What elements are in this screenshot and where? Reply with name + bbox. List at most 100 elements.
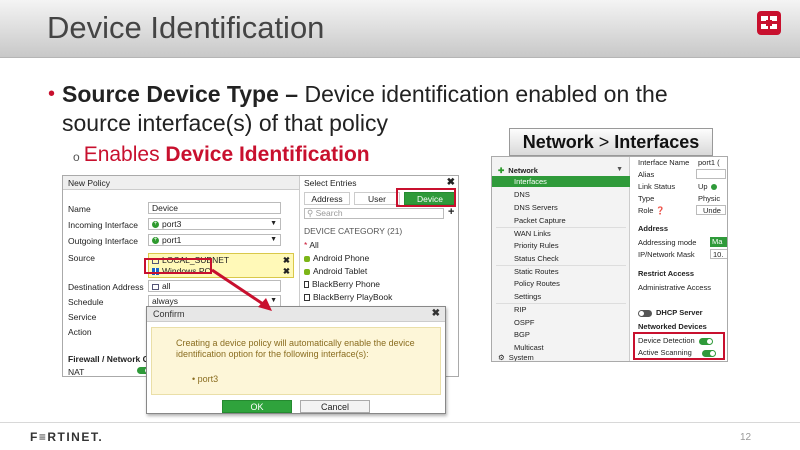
confirm-interface-item: • port3: [192, 374, 219, 384]
sidebar-item-static-routes[interactable]: Static Routes: [514, 267, 559, 276]
interface-name-value: port1 (: [698, 158, 720, 167]
remove-icon[interactable]: ✖: [283, 255, 290, 266]
field-label-name: Name: [68, 204, 91, 214]
sidebar-section-network[interactable]: ✚ Network: [498, 166, 538, 175]
list-item-label: All: [309, 240, 319, 250]
address-icon: [152, 283, 159, 290]
close-icon[interactable]: ✖: [447, 177, 455, 188]
interface-name-label: Interface Name: [638, 158, 690, 167]
dhcp-server-label: DHCP Server: [656, 308, 703, 317]
sidebar-item-rip[interactable]: RIP: [514, 305, 527, 314]
sidebar-item-multicast[interactable]: Multicast: [514, 343, 544, 352]
divider: [496, 303, 626, 304]
sidebar-section-system[interactable]: ⚙ System: [498, 353, 534, 362]
link-status-label: Link Status: [638, 182, 676, 191]
remove-icon[interactable]: ✖: [283, 266, 290, 277]
confirm-message-box: Creating a device policy will automatica…: [151, 327, 441, 395]
select-entries-title: Select Entries: [304, 178, 357, 188]
dhcp-server-toggle[interactable]: [638, 309, 652, 317]
sidebar-section-label: Network: [508, 166, 538, 175]
search-input[interactable]: ⚲ Search: [304, 208, 444, 219]
list-item-android-tablet[interactable]: Android Tablet: [304, 266, 367, 276]
ip-mask-input[interactable]: 10.: [710, 249, 727, 259]
ip-mask-label: IP/Network Mask: [638, 250, 695, 259]
bullet-dot-icon: •: [48, 83, 56, 105]
addressing-mode-value: Ma: [712, 237, 723, 246]
interface-status-icon: +: [152, 221, 159, 229]
sidebar-item-wan-links[interactable]: WAN Links: [514, 229, 551, 238]
type-label: Type: [638, 194, 655, 203]
sidebar-item-bgp[interactable]: BGP: [514, 330, 530, 339]
breadcrumb-interfaces: Interfaces: [614, 132, 700, 152]
dhcp-server-row: DHCP Server: [638, 308, 703, 317]
divider: [496, 265, 626, 266]
list-item-blackberry-phone[interactable]: BlackBerry Phone: [304, 279, 380, 289]
gear-icon: ⚙: [498, 353, 505, 362]
destination-address-select[interactable]: all: [148, 280, 281, 292]
help-icon[interactable]: ❓: [656, 206, 665, 215]
android-icon: [304, 255, 310, 262]
logo-text: F≡RTINET.: [30, 430, 104, 444]
sidebar-item-ospf[interactable]: OSPF: [514, 318, 534, 327]
link-status-text: Up: [698, 182, 708, 191]
confirm-dialog: Confirm ✖ Creating a device policy will …: [146, 306, 446, 414]
sidebar-item-packet-capture[interactable]: Packet Capture: [514, 216, 566, 225]
restrict-access-header: Restrict Access: [638, 269, 695, 278]
highlight-windows-pc: [144, 258, 212, 274]
section-firewall-network: Firewall / Network Op: [68, 354, 155, 364]
field-label-destination: Destination Address: [68, 282, 144, 292]
ok-button[interactable]: OK: [222, 400, 292, 413]
ip-mask-value: 10.: [713, 250, 724, 259]
field-label-nat: NAT: [68, 367, 85, 377]
add-icon[interactable]: +: [448, 206, 454, 218]
name-input[interactable]: Device: [148, 202, 281, 214]
sidebar-item-priority-rules[interactable]: Priority Rules: [514, 241, 559, 250]
fortinet-logo: F≡RTINET.: [30, 430, 103, 444]
type-value: Physic: [698, 194, 721, 203]
list-item-all[interactable]: * All: [304, 240, 319, 250]
sub-bullet-bold: Device Identification: [165, 143, 370, 166]
list-item-label: BlackBerry PlayBook: [313, 292, 393, 302]
schedule-value: always: [152, 296, 178, 306]
sidebar-item-dns[interactable]: DNS: [514, 190, 530, 199]
confirm-title: Confirm: [153, 309, 185, 319]
cancel-button[interactable]: Cancel: [300, 400, 370, 413]
tab-user[interactable]: User: [354, 192, 400, 205]
role-select[interactable]: Unde: [696, 205, 726, 215]
role-value: Unde: [703, 206, 721, 215]
breadcrumb: Network > Interfaces: [509, 128, 713, 156]
android-icon: [304, 268, 310, 275]
sidebar-item-settings[interactable]: Settings: [514, 292, 541, 301]
phone-icon: [304, 281, 309, 289]
name-input-value: Device: [152, 203, 178, 213]
destination-value: all: [162, 281, 171, 291]
highlight-device-detection: [633, 332, 725, 360]
confirm-header: Confirm ✖: [147, 307, 445, 322]
list-item-android-phone[interactable]: Android Phone: [304, 253, 369, 263]
page-number: 12: [740, 432, 752, 443]
list-item-blackberry-playbook[interactable]: BlackBerry PlayBook: [304, 292, 392, 302]
breadcrumb-separator: >: [593, 132, 615, 152]
field-label-source: Source: [68, 253, 95, 263]
incoming-interface-select[interactable]: + port3 ▼: [148, 218, 281, 230]
bullet-bold-text: Source Device Type –: [62, 81, 299, 107]
alias-input[interactable]: [696, 169, 726, 179]
bullet-sub: o Enables Device Identification: [73, 143, 370, 167]
fortinet-mark-icon: [757, 11, 781, 35]
outgoing-interface-select[interactable]: + port1 ▼: [148, 234, 281, 246]
close-icon[interactable]: ✖: [432, 308, 440, 319]
list-item-label: Android Phone: [313, 253, 370, 263]
search-placeholder: Search: [315, 208, 343, 218]
sidebar-item-dns-servers[interactable]: DNS Servers: [514, 203, 558, 212]
tab-address[interactable]: Address: [304, 192, 350, 205]
sidebar-item-interfaces[interactable]: Interfaces: [492, 176, 630, 187]
sidebar-nav: ✚ Network ▼ Interfaces DNS DNS Servers Pa…: [492, 157, 630, 362]
addressing-mode-manual-button[interactable]: Ma: [710, 237, 727, 247]
outgoing-interface-value: port1: [162, 235, 182, 245]
chevron-down-icon: ▼: [270, 220, 277, 227]
sub-bullet-icon: o: [73, 150, 80, 164]
sidebar-item-status-check[interactable]: Status Check: [514, 254, 559, 263]
confirm-message: Creating a device policy will automatica…: [176, 338, 415, 359]
slide-header: Device Identification: [0, 0, 800, 58]
sidebar-item-policy-routes[interactable]: Policy Routes: [514, 279, 560, 288]
